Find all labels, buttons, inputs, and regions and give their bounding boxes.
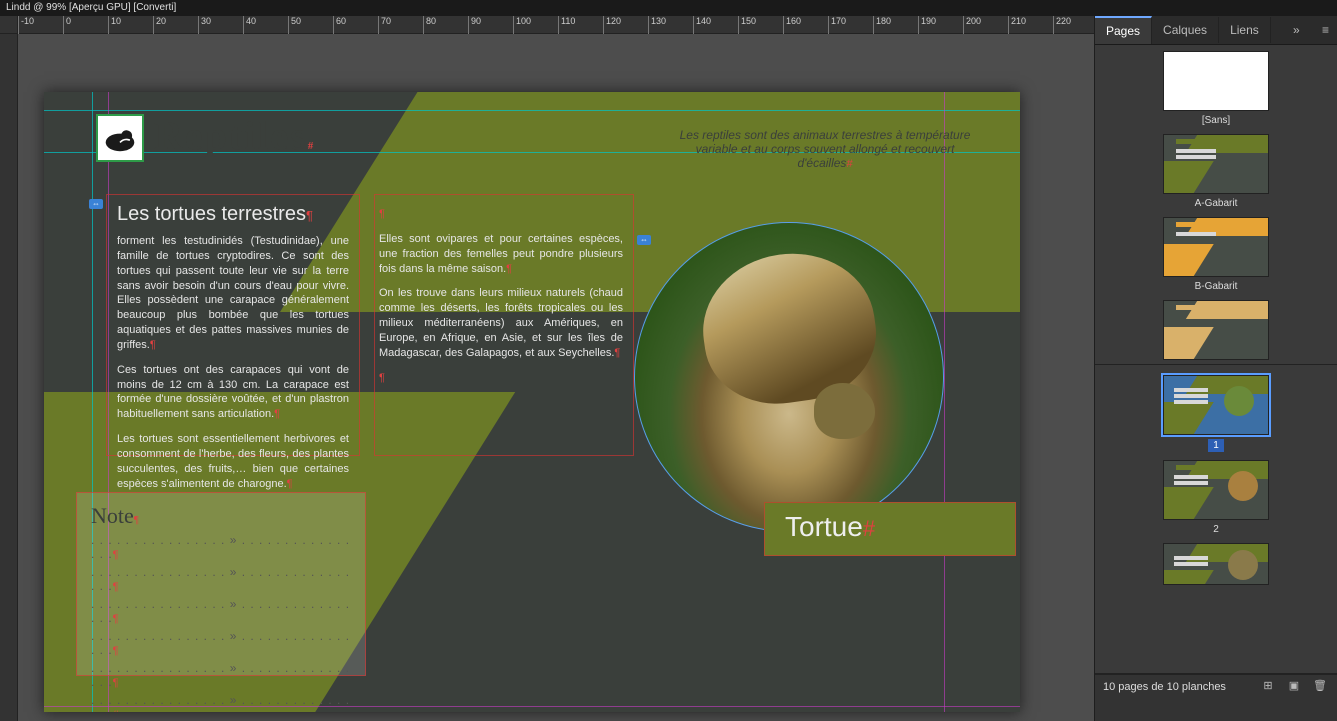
panel-flyout-icon[interactable]: » [1285, 19, 1308, 41]
page-count-label: 10 pages de 10 planches [1103, 681, 1226, 693]
ruler-tick: 120 [603, 16, 621, 34]
ruler-tick: 70 [378, 16, 391, 34]
ruler-tick: 20 [153, 16, 166, 34]
hidden-char-marker: # [308, 140, 316, 152]
ruler-tick: 150 [738, 16, 756, 34]
hidden-char-marker: # [863, 516, 875, 541]
delete-page-icon[interactable]: 🗑 [1311, 679, 1329, 695]
out-port-icon[interactable]: ⇔ [637, 235, 651, 245]
master-none-thumb[interactable] [1163, 51, 1269, 111]
logo-frame[interactable] [96, 114, 144, 162]
heading-text: Reptiles [154, 113, 308, 158]
ruler-tick: 0 [63, 16, 71, 34]
page-spread[interactable]: Reptiles# Les reptiles sont des animaux … [44, 92, 1020, 712]
tab-links[interactable]: Liens [1219, 17, 1271, 43]
master-a-label: A-Gabarit [1095, 198, 1337, 209]
image-caption[interactable]: Tortue# [764, 502, 1016, 556]
ruler-tick: 210 [1008, 16, 1026, 34]
page-1-thumb[interactable]: A [1163, 375, 1269, 435]
note-dotted-line: . . . . . . . . . . . . . . . . » . . . … [91, 629, 351, 657]
body-text-col2: ¶ Elles sont ovipares et pour certaines … [379, 207, 623, 385]
horizontal-ruler[interactable]: -10 0 10 20 30 40 50 60 70 80 90 100 110 120 130 140 150… [18, 16, 1094, 34]
turtle-head-placeholder [814, 383, 876, 438]
ruler-tick: -10 [18, 16, 34, 34]
page-3-thumb[interactable]: A [1163, 543, 1269, 585]
page-2-thumb[interactable]: A [1163, 460, 1269, 520]
body-text-col1: forment les testudinidés (Testudinidae),… [117, 234, 349, 492]
text-frame-col1[interactable]: ⇔ Les tortues terrestres¶ forment les te… [106, 194, 360, 456]
logo-icon [98, 116, 142, 160]
vertical-ruler[interactable] [0, 16, 18, 721]
pages-panel: Pages Calques Liens » ≡ [Sans] A-Gabarit [1094, 16, 1337, 721]
master-none-label: [Sans] [1095, 115, 1337, 126]
note-dotted-line: . . . . . . . . . . . . . . . . » . . . … [91, 533, 351, 561]
ruler-tick: 130 [648, 16, 666, 34]
master-a-thumb[interactable] [1163, 134, 1269, 194]
ruler-tick: 80 [423, 16, 436, 34]
article-title: Les tortues terrestres¶ [117, 203, 349, 226]
hidden-char-marker: # [846, 158, 852, 170]
new-page-icon[interactable]: ▣ [1285, 679, 1303, 695]
caption-text: Tortue [785, 511, 863, 542]
note-dotted-line: . . . . . . . . . . . . . . . . » . . . … [91, 693, 351, 712]
tab-layers[interactable]: Calques [1152, 17, 1219, 43]
ruler-tick: 110 [558, 16, 575, 34]
ruler-tick: 180 [873, 16, 891, 34]
panel-status-bar: 10 pages de 10 planches ⊞ ▣ 🗑 [1095, 674, 1337, 699]
ruler-tick: 40 [243, 16, 256, 34]
page-subheading[interactable]: Les reptiles sont des animaux terrestres… [670, 128, 980, 170]
note-title: Note¶ [91, 503, 351, 529]
note-frame[interactable]: Note¶ . . . . . . . . . . . . . . . . » … [76, 492, 366, 676]
ruler-tick: 30 [198, 16, 211, 34]
note-dotted-line: . . . . . . . . . . . . . . . . » . . . … [91, 565, 351, 593]
master-c-thumb[interactable] [1163, 300, 1269, 360]
page-heading[interactable]: Reptiles# [154, 112, 315, 159]
panel-menu-icon[interactable]: ≡ [1322, 19, 1337, 41]
ruler-tick: 190 [918, 16, 936, 34]
ruler-tick: 200 [963, 16, 981, 34]
document-canvas[interactable]: -10 0 10 20 30 40 50 60 70 80 90 100 110 120 130 140 150… [0, 16, 1094, 721]
note-dotted-line: . . . . . . . . . . . . . . . . » . . . … [91, 597, 351, 625]
panel-tabs: Pages Calques Liens » ≡ [1095, 16, 1337, 45]
edit-page-size-icon[interactable]: ⊞ [1259, 679, 1277, 695]
page-2-label: 2 [1095, 524, 1337, 535]
ruler-origin[interactable] [0, 16, 18, 34]
ruler-tick: 100 [513, 16, 531, 34]
panel-body[interactable]: [Sans] A-Gabarit B-Gabarit A [1095, 45, 1337, 674]
in-port-icon[interactable]: ⇔ [89, 199, 103, 209]
ruler-tick: 170 [828, 16, 846, 34]
page-1-label: 1 [1095, 439, 1337, 452]
master-b-label: B-Gabarit [1095, 281, 1337, 292]
master-b-thumb[interactable] [1163, 217, 1269, 277]
ruler-tick: 160 [783, 16, 801, 34]
ruler-tick: 50 [288, 16, 301, 34]
ruler-tick: 220 [1053, 16, 1071, 34]
ruler-tick: 90 [468, 16, 481, 34]
tab-pages[interactable]: Pages [1095, 16, 1152, 44]
note-dotted-line: . . . . . . . . . . . . . . . . » . . . … [91, 661, 351, 689]
subheading-text: Les reptiles sont des animaux terrestres… [680, 128, 971, 170]
image-frame-circle[interactable] [634, 222, 944, 532]
ruler-tick: 140 [693, 16, 711, 34]
window-titlebar: Lindd @ 99% [Aperçu GPU] [Converti] [0, 0, 1337, 16]
text-frame-col2[interactable]: ⇔ ¶ Elles sont ovipares et pour certaine… [374, 194, 634, 456]
ruler-tick: 60 [333, 16, 346, 34]
ruler-tick: 10 [108, 16, 121, 34]
